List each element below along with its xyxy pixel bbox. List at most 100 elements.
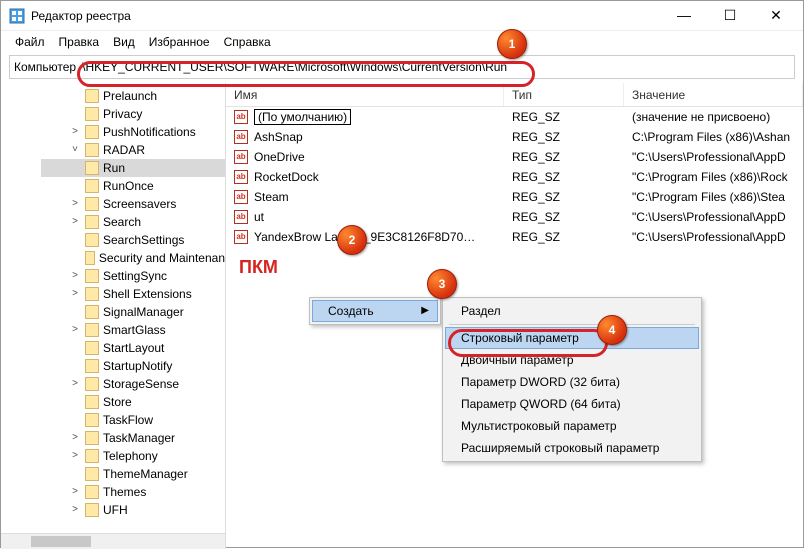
menu-item-label: Создать xyxy=(328,304,374,318)
tree-node[interactable]: TaskFlow xyxy=(41,411,225,429)
folder-icon xyxy=(85,179,99,193)
menu-item-label: Двоичный параметр xyxy=(461,353,574,367)
list-row[interactable]: abYandexBrow Launch_9E3C8126F8D70…REG_SZ… xyxy=(226,227,803,247)
chevron-icon[interactable]: ˃ xyxy=(69,269,81,283)
minimize-button[interactable]: — xyxy=(669,7,699,24)
tree-node[interactable]: ˃ UFH xyxy=(41,501,225,519)
tree-node[interactable]: StartLayout xyxy=(41,339,225,357)
menu-item-label: Расширяемый строковый параметр xyxy=(461,441,659,455)
cell-value: "C:\Users\Professional\AppD xyxy=(624,210,803,224)
chevron-icon[interactable]: ˃ xyxy=(69,215,81,229)
tree-node[interactable]: StartupNotify xyxy=(41,357,225,375)
address-bar[interactable]: Компьютер \HKEY_CURRENT_USER\SOFTWARE\Mi… xyxy=(9,55,795,79)
tree-node-label: Telephony xyxy=(103,449,158,463)
cell-type: REG_SZ xyxy=(504,150,624,164)
menu-edit[interactable]: Правка xyxy=(53,33,106,51)
submenu-item-multi[interactable]: Мультистроковый параметр xyxy=(445,415,699,437)
tree-node[interactable]: ˃Screensavers xyxy=(41,195,225,213)
context-submenu-create[interactable]: Раздел Строковый параметр Двоичный парам… xyxy=(442,297,702,462)
reg-string-icon: ab xyxy=(234,210,248,224)
folder-icon xyxy=(85,449,99,463)
submenu-item-dword[interactable]: Параметр DWORD (32 бита) xyxy=(445,371,699,393)
regedit-icon xyxy=(9,8,25,24)
list-row[interactable]: ab(По умолчанию)REG_SZ(значение не присв… xyxy=(226,107,803,127)
tree-node[interactable]: Run xyxy=(41,159,225,177)
header-name[interactable]: Имя xyxy=(226,83,504,106)
menu-file[interactable]: Файл xyxy=(9,33,51,51)
folder-icon xyxy=(85,359,99,373)
chevron-icon[interactable]: ˃ xyxy=(69,197,81,211)
annotation-pkm: ПКМ xyxy=(239,257,278,278)
chevron-icon[interactable]: ˃ xyxy=(69,503,81,517)
tree-node[interactable]: ˃ Telephony xyxy=(41,447,225,465)
tree-node[interactable]: ˃TaskManager xyxy=(41,429,225,447)
submenu-item-section[interactable]: Раздел xyxy=(445,300,699,322)
tree-node[interactable]: ThemeManager xyxy=(41,465,225,483)
folder-icon xyxy=(85,503,99,517)
header-value[interactable]: Значение xyxy=(624,83,803,106)
context-menu-main[interactable]: Создать ▶ xyxy=(309,297,441,325)
tree-node[interactable]: Privacy xyxy=(41,105,225,123)
tree-node[interactable]: SignalManager xyxy=(41,303,225,321)
chevron-icon[interactable]: ˃ xyxy=(69,377,81,391)
maximize-button[interactable]: ☐ xyxy=(715,7,745,24)
tree-panel[interactable]: PrelaunchPrivacy ˃ PushNotifications ˅ RADAR… xyxy=(1,83,226,549)
tree-node-label: PushNotifications xyxy=(103,125,196,139)
tree-node-label: Shell Extensions xyxy=(103,287,192,301)
reg-string-icon: ab xyxy=(234,130,248,144)
list-row[interactable]: abAshSnapREG_SZC:\Program Files (x86)\As… xyxy=(226,127,803,147)
submenu-item-binary[interactable]: Двоичный параметр xyxy=(445,349,699,371)
tree-node[interactable]: ˃ PushNotifications xyxy=(41,123,225,141)
chevron-icon[interactable]: ˃ xyxy=(69,323,81,337)
tree-node[interactable]: ˃SmartGlass xyxy=(41,321,225,339)
submenu-item-expand[interactable]: Расширяемый строковый параметр xyxy=(445,437,699,459)
list-row[interactable]: abRocketDockREG_SZ"C:\Program Files (x86… xyxy=(226,167,803,187)
folder-icon xyxy=(85,287,99,301)
value-name: Steam xyxy=(254,190,289,204)
header-type[interactable]: Тип xyxy=(504,83,624,106)
chevron-icon[interactable]: ˃ xyxy=(69,287,81,301)
menu-favorites[interactable]: Избранное xyxy=(143,33,216,51)
folder-icon xyxy=(85,143,99,157)
list-row[interactable]: abOneDriveREG_SZ"C:\Users\Professional\A… xyxy=(226,147,803,167)
tree-node[interactable]: ˃ Shell Extensions xyxy=(41,285,225,303)
tree-node[interactable]: ˃SettingSync xyxy=(41,267,225,285)
menu-help[interactable]: Справка xyxy=(218,33,277,51)
list-row[interactable]: abSteamREG_SZ"C:\Program Files (x86)\Ste… xyxy=(226,187,803,207)
tree-node[interactable]: ˃Search xyxy=(41,213,225,231)
tree-node[interactable]: ˃StorageSense xyxy=(41,375,225,393)
tree-hscrollbar[interactable] xyxy=(1,533,225,549)
tree-node-label: Themes xyxy=(103,485,146,499)
tree-node[interactable]: Store xyxy=(41,393,225,411)
chevron-icon[interactable]: ˃ xyxy=(69,125,81,139)
scrollbar-thumb[interactable] xyxy=(31,536,91,547)
cell-type: REG_SZ xyxy=(504,210,624,224)
menu-bar: Файл Правка Вид Избранное Справка xyxy=(1,31,803,53)
chevron-icon[interactable]: ˅ xyxy=(69,143,81,157)
list-row[interactable]: abutREG_SZ"C:\Users\Professional\AppD xyxy=(226,207,803,227)
tree-node[interactable]: ˅ RADAR xyxy=(41,141,225,159)
tree-node[interactable]: Security and Maintenan xyxy=(41,249,225,267)
folder-icon xyxy=(85,107,99,121)
chevron-icon[interactable]: ˃ xyxy=(69,449,81,463)
tree-node-label: RunOnce xyxy=(103,179,154,193)
close-button[interactable]: ✕ xyxy=(761,7,791,24)
submenu-item-string[interactable]: Строковый параметр xyxy=(445,327,699,349)
tree-node-label: RADAR xyxy=(103,143,145,157)
address-path[interactable]: \HKEY_CURRENT_USER\SOFTWARE\Microsoft\Wi… xyxy=(80,60,794,74)
chevron-icon[interactable]: ˃ xyxy=(69,485,81,499)
reg-string-icon: ab xyxy=(234,230,248,244)
tree-node[interactable]: SearchSettings xyxy=(41,231,225,249)
folder-icon xyxy=(85,251,95,265)
cell-value: "C:\Program Files (x86)\Stea xyxy=(624,190,803,204)
tree-node-label: UFH xyxy=(103,503,128,517)
tree-node[interactable]: RunOnce xyxy=(41,177,225,195)
folder-icon xyxy=(85,161,99,175)
tree-node[interactable]: ˃ Themes xyxy=(41,483,225,501)
chevron-icon[interactable]: ˃ xyxy=(69,431,81,445)
menu-view[interactable]: Вид xyxy=(107,33,141,51)
menu-item-create[interactable]: Создать ▶ xyxy=(312,300,438,322)
tree-node[interactable]: Prelaunch xyxy=(41,87,225,105)
cell-name: abAshSnap xyxy=(226,130,504,144)
submenu-item-qword[interactable]: Параметр QWORD (64 бита) xyxy=(445,393,699,415)
